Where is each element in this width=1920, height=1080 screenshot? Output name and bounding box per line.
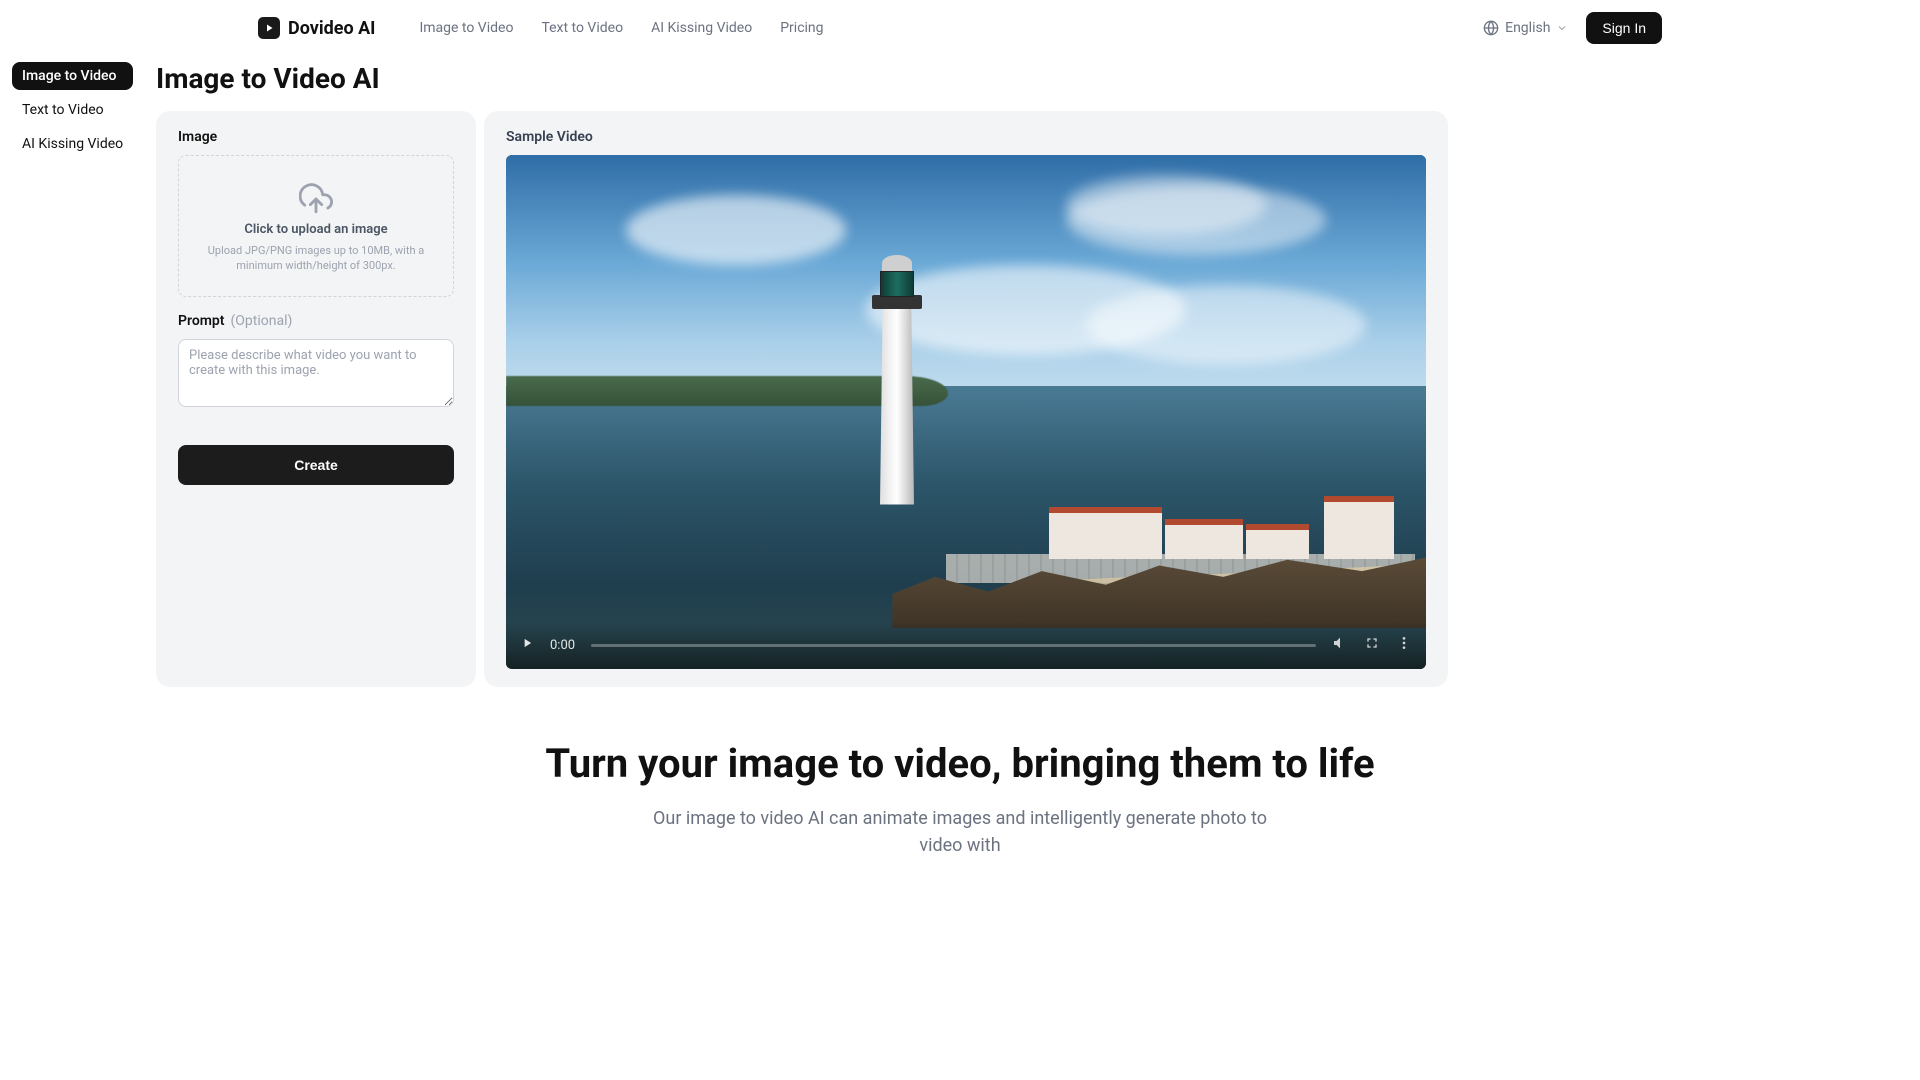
more-icon[interactable]: [1396, 635, 1412, 655]
nav: Image to Video Text to Video AI Kissing …: [419, 20, 823, 36]
sign-in-button[interactable]: Sign In: [1586, 12, 1662, 44]
nav-ai-kissing-video[interactable]: AI Kissing Video: [651, 20, 752, 36]
sample-video-player[interactable]: 0:00: [506, 155, 1426, 669]
nav-image-to-video[interactable]: Image to Video: [419, 20, 513, 36]
upload-dropzone[interactable]: Click to upload an image Upload JPG/PNG …: [178, 155, 454, 297]
chevron-down-icon: [1556, 22, 1568, 34]
language-label: English: [1505, 20, 1550, 36]
volume-icon[interactable]: [1332, 635, 1348, 655]
sample-video-label: Sample Video: [506, 129, 1426, 145]
hero-section: Turn your image to video, bringing them …: [0, 740, 1920, 859]
form-panel: Image Click to upload an image Upload JP…: [156, 111, 476, 687]
upload-title: Click to upload an image: [244, 222, 387, 237]
sidebar-item-text-to-video[interactable]: Text to Video: [12, 96, 133, 124]
header-right: English Sign In: [1483, 12, 1662, 44]
brand-name: Dovideo AI: [288, 18, 375, 39]
brand[interactable]: Dovideo AI: [258, 17, 375, 39]
video-controls: 0:00: [506, 621, 1426, 669]
nav-text-to-video[interactable]: Text to Video: [541, 20, 623, 36]
globe-icon: [1483, 20, 1499, 36]
sidebar: Image to Video Text to Video AI Kissing …: [12, 62, 133, 158]
lighthouse-graphic: [874, 245, 920, 505]
video-time: 0:00: [550, 638, 575, 653]
panels: Image Click to upload an image Upload JP…: [156, 111, 1920, 687]
page-title: Image to Video AI: [156, 62, 1920, 95]
sidebar-item-image-to-video[interactable]: Image to Video: [12, 62, 133, 90]
prompt-label-text: Prompt: [178, 313, 225, 329]
sample-panel: Sample Video: [484, 111, 1448, 687]
play-button[interactable]: [520, 636, 534, 654]
fullscreen-icon[interactable]: [1364, 635, 1380, 655]
video-thumbnail: [506, 155, 1426, 669]
upload-subtitle: Upload JPG/PNG images up to 10MB, with a…: [196, 243, 436, 274]
main: Image to Video AI Image Click to upload …: [156, 62, 1920, 687]
hero-title: Turn your image to video, bringing them …: [40, 740, 1880, 787]
prompt-optional: (Optional): [231, 313, 293, 329]
create-button[interactable]: Create: [178, 445, 454, 485]
nav-pricing[interactable]: Pricing: [780, 20, 823, 36]
sidebar-item-ai-kissing-video[interactable]: AI Kissing Video: [12, 130, 133, 158]
header: Dovideo AI Image to Video Text to Video …: [0, 0, 1920, 56]
hero-subtitle: Our image to video AI can animate images…: [640, 805, 1280, 859]
image-section-label: Image: [178, 129, 454, 145]
upload-cloud-icon: [299, 182, 333, 216]
language-picker[interactable]: English: [1483, 20, 1568, 36]
prompt-textarea[interactable]: [178, 339, 454, 407]
prompt-section-label: Prompt (Optional): [178, 313, 454, 329]
video-progress-bar[interactable]: [591, 644, 1316, 647]
brand-logo-icon: [258, 17, 280, 39]
